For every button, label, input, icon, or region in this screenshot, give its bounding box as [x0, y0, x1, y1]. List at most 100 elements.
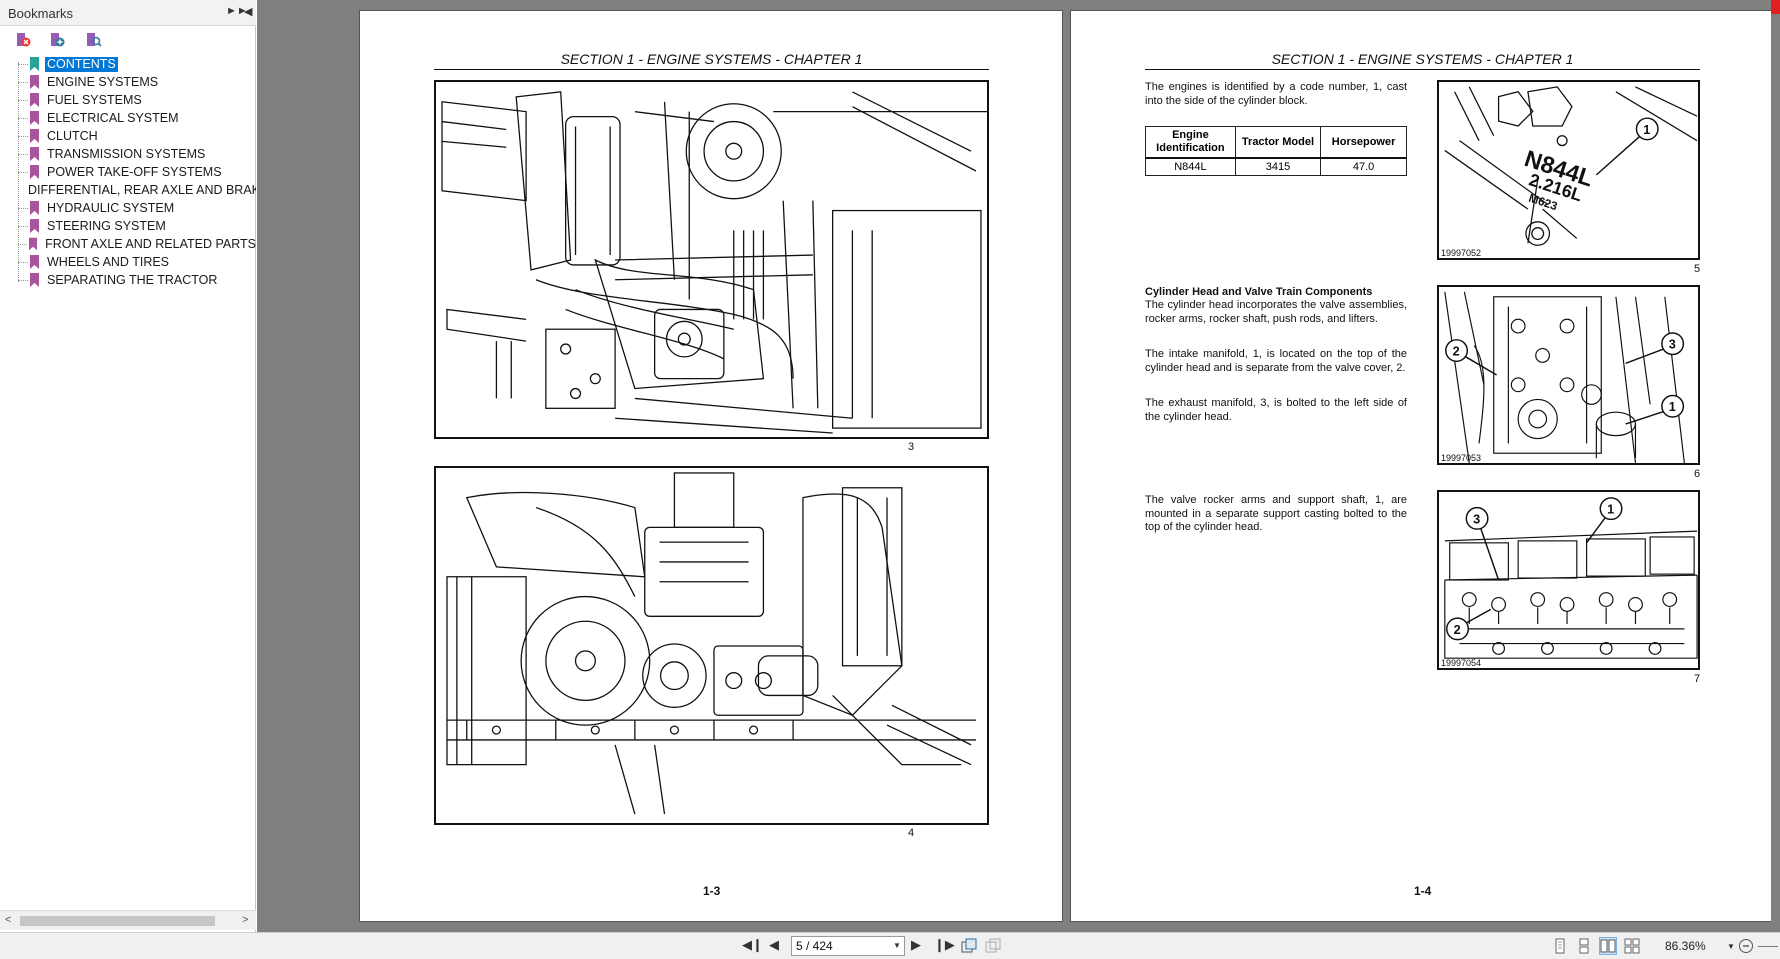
- continuous-view-icon[interactable]: [1576, 938, 1592, 954]
- pdf-viewer-window: Bookmarks ►► ◀ CONTENTS ENGINE SYSTEMS FUE…: [0, 0, 1780, 959]
- bookmark-label: WHEELS AND TIRES: [47, 254, 170, 269]
- table-cell: 47.0: [1320, 157, 1407, 176]
- scroll-left-icon[interactable]: <: [5, 914, 11, 926]
- engine-identification-table: Engine Identification Tractor Model Hors…: [1145, 126, 1407, 176]
- bookmark-item[interactable]: WHEELS AND TIRES: [18, 253, 256, 271]
- figure-3-engine-left-side: [434, 80, 989, 439]
- bookmark-item[interactable]: STEERING SYSTEM: [18, 217, 256, 235]
- table-cell: N844L: [1145, 157, 1236, 176]
- bookmark-delete-icon[interactable]: [14, 31, 32, 49]
- bookmark-label: ELECTRICAL SYSTEM: [47, 110, 179, 125]
- figure-4-engine-right-side: [434, 466, 989, 825]
- single-page-view-icon[interactable]: [1552, 938, 1568, 954]
- bookmark-label: STEERING SYSTEM: [47, 218, 166, 233]
- bookmark-label: TRANSMISSION SYSTEMS: [47, 146, 206, 161]
- facing-view-icon[interactable]: [1599, 937, 1617, 955]
- scrollbar-thumb[interactable]: [20, 916, 215, 926]
- tree-connector: [18, 279, 28, 281]
- bookmark-icon: [28, 237, 38, 251]
- bookmark-item[interactable]: SEPARATING THE TRACTOR: [18, 271, 256, 289]
- page-header: SECTION 1 - ENGINE SYSTEMS - CHAPTER 1: [434, 51, 989, 70]
- bookmark-item[interactable]: CLUTCH: [18, 127, 256, 145]
- last-page-icon[interactable]: ❙▶: [934, 937, 955, 953]
- figure-id: 19997053: [1441, 453, 1482, 463]
- bookmark-label: ENGINE SYSTEMS: [47, 74, 159, 89]
- prev-page-icon[interactable]: ◀: [769, 937, 779, 953]
- callout-number: 1: [1643, 122, 1650, 137]
- bookmarks-tree: CONTENTS ENGINE SYSTEMS FUEL SYSTEMS ELECTR…: [0, 52, 256, 910]
- tree-connector: [18, 261, 28, 263]
- collapse-panel-icon[interactable]: ◀: [244, 5, 252, 18]
- zoom-out-icon[interactable]: [1738, 938, 1754, 954]
- table-row: N844L 3415 47.0: [1145, 157, 1407, 176]
- bookmark-item[interactable]: ENGINE SYSTEMS: [18, 73, 256, 91]
- bookmark-item[interactable]: FUEL SYSTEMS: [18, 91, 256, 109]
- bookmark-item[interactable]: FRONT AXLE AND RELATED PARTS: [18, 235, 256, 253]
- bookmarks-panel: Bookmarks ►► ◀ CONTENTS ENGINE SYSTEMS FUE…: [0, 0, 256, 932]
- engine-left-side-drawing: [441, 91, 987, 434]
- bookmarks-toolbar: [0, 27, 256, 53]
- tree-connector: [18, 225, 28, 227]
- paragraph: The valve rocker arms and support shaft,…: [1145, 494, 1407, 533]
- bookmark-label: POWER TAKE-OFF SYSTEMS: [47, 164, 222, 179]
- continuous-facing-view-icon[interactable]: [1624, 938, 1640, 954]
- copy-icon[interactable]: [961, 938, 977, 954]
- engine-right-side-drawing: [446, 472, 977, 815]
- page-number-field[interactable]: 5 / 424: [791, 936, 905, 956]
- bookmark-icon: [30, 57, 39, 71]
- bookmark-item[interactable]: TRANSMISSION SYSTEMS: [18, 145, 256, 163]
- bookmark-icon: [30, 129, 39, 143]
- bookmark-icon: [30, 165, 39, 179]
- callout-number: 1: [1607, 502, 1614, 517]
- bookmark-item[interactable]: HYDRAULIC SYSTEM: [18, 199, 256, 217]
- bookmark-label: HYDRAULIC SYSTEM: [47, 200, 175, 215]
- bookmark-icon: [30, 111, 39, 125]
- tree-connector: [18, 81, 28, 83]
- cylinder-head-drawing: 2 3 1: [1444, 291, 1685, 463]
- bookmark-icon: [30, 219, 39, 233]
- bookmark-icon: [30, 93, 39, 107]
- rocker-arms-drawing: 3 1 2: [1444, 497, 1698, 659]
- bookmark-add-icon[interactable]: [48, 31, 66, 49]
- zoom-slider[interactable]: [1758, 946, 1778, 947]
- engine-code-stamp-drawing: N844L 2.216L M623 1: [1444, 86, 1698, 246]
- bookmark-item[interactable]: CONTENTS: [18, 55, 256, 73]
- bookmark-icon: [30, 147, 39, 161]
- paragraph: The cylinder head incorporates the valve…: [1145, 299, 1407, 325]
- tree-connector: [18, 63, 28, 65]
- tree-connector: [18, 117, 28, 119]
- figure-5-engine-code-stamp: N844L 2.216L M623 1 19997052: [1437, 80, 1700, 260]
- paragraph: The intake manifold, 1, is located on th…: [1145, 348, 1407, 374]
- figure-7-rocker-arms: 3 1 2 19997054: [1437, 490, 1700, 670]
- bookmark-label: DIFFERENTIAL, REAR AXLE AND BRAK: [28, 182, 256, 197]
- document-view[interactable]: SECTION 1 - ENGINE SYSTEMS - CHAPTER 1 3…: [257, 0, 1780, 932]
- figure-number: 5: [1694, 263, 1701, 275]
- document-vertical-scrollbar[interactable]: [1771, 0, 1780, 932]
- page-footer: 1-4: [1414, 884, 1432, 898]
- bookmark-item[interactable]: DIFFERENTIAL, REAR AXLE AND BRAK: [18, 181, 256, 199]
- scroll-right-icon[interactable]: >: [242, 914, 248, 926]
- bookmarks-horizontal-scrollbar[interactable]: < >: [0, 910, 256, 930]
- bookmark-item[interactable]: ELECTRICAL SYSTEM: [18, 109, 256, 127]
- page-footer: 1-3: [703, 884, 721, 898]
- paste-icon[interactable]: [985, 938, 1001, 954]
- bookmark-label: FUEL SYSTEMS: [47, 92, 142, 107]
- tree-connector: [18, 135, 28, 137]
- figure-number: 3: [908, 441, 915, 453]
- zoom-dropdown-icon[interactable]: ▼: [1727, 942, 1735, 951]
- bookmark-label: SEPARATING THE TRACTOR: [47, 272, 218, 287]
- tree-connector: [18, 99, 28, 101]
- tree-connector: [18, 171, 28, 173]
- table-header-row: Engine Identification Tractor Model Hors…: [1145, 126, 1407, 159]
- next-page-icon[interactable]: ▶: [911, 937, 921, 953]
- bookmark-label: CLUTCH: [47, 128, 98, 143]
- bookmark-item[interactable]: POWER TAKE-OFF SYSTEMS: [18, 163, 256, 181]
- first-page-icon[interactable]: ◀❙: [742, 937, 763, 953]
- table-header-cell: Tractor Model: [1234, 126, 1322, 159]
- bookmark-icon: [30, 201, 39, 215]
- chevron-down-icon[interactable]: ▼: [893, 941, 901, 950]
- callout-number: 3: [1473, 511, 1480, 526]
- window-close-corner[interactable]: [1771, 0, 1780, 14]
- bookmark-find-icon[interactable]: [84, 31, 102, 49]
- zoom-level[interactable]: 86.36%: [1665, 939, 1706, 953]
